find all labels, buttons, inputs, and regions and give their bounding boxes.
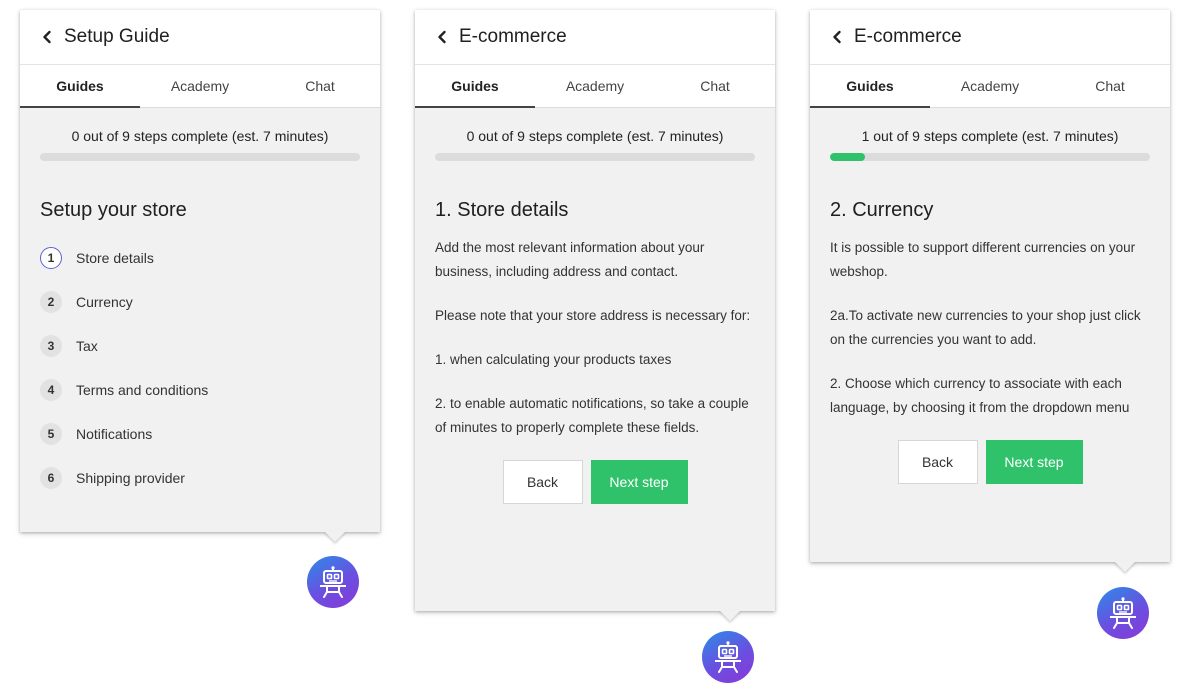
step-label: Store details: [76, 250, 154, 266]
tab-bar: Guides Academy Chat: [415, 65, 775, 108]
step-item-terms[interactable]: 4 Terms and conditions: [40, 368, 360, 412]
assistant-bot-button[interactable]: [307, 556, 359, 608]
tab-academy[interactable]: Academy: [535, 65, 655, 107]
step-list: 1 Store details 2 Currency 3 Tax 4 Terms…: [40, 236, 360, 500]
chevron-left-icon[interactable]: [828, 28, 846, 46]
guide-paragraph: 2. to enable automatic notifications, so…: [435, 396, 749, 435]
tab-chat[interactable]: Chat: [1050, 65, 1170, 107]
step-number: 6: [40, 467, 62, 489]
panel-header: E-commerce: [415, 10, 775, 65]
section-title: 2. Currency: [830, 199, 934, 221]
panel-title: E-commerce: [854, 26, 962, 47]
progress-bar: [435, 153, 755, 161]
step-label: Notifications: [76, 426, 153, 442]
progress-text: 0 out of 9 steps complete (est. 7 minute…: [71, 128, 329, 144]
panel-pointer: [324, 531, 346, 542]
next-step-button[interactable]: Next step: [985, 440, 1083, 484]
panel-pointer: [719, 610, 741, 621]
step-number: 3: [40, 335, 62, 357]
progress-text: 1 out of 9 steps complete (est. 7 minute…: [861, 128, 1119, 144]
step-item-store-details[interactable]: 1 Store details: [40, 236, 360, 280]
assistant-bot-button[interactable]: [702, 631, 754, 683]
robot-icon: [715, 641, 741, 673]
guide-paragraph: It is possible to support different curr…: [830, 240, 1136, 279]
guide-paragraph: 2. Choose which currency to associate wi…: [830, 376, 1130, 415]
setup-guide-panel: Setup Guide Guides Academy Chat 0 out of…: [20, 10, 380, 542]
currency-panel: E-commerce Guides Academy Chat 1 out of …: [810, 10, 1170, 572]
progress-text: 0 out of 9 steps complete (est. 7 minute…: [466, 128, 724, 144]
store-details-panel: E-commerce Guides Academy Chat 0 out of …: [415, 10, 775, 621]
tab-bar: Guides Academy Chat: [20, 65, 380, 108]
tab-guides[interactable]: Guides: [20, 65, 140, 108]
step-label: Terms and conditions: [76, 382, 209, 398]
back-button[interactable]: Back: [502, 460, 583, 504]
chevron-left-icon[interactable]: [38, 28, 56, 46]
step-item-notifications[interactable]: 5 Notifications: [40, 412, 360, 456]
progress-bar: [40, 153, 360, 161]
guide-paragraph: Add the most relevant information about …: [435, 240, 705, 279]
section-title: 1. Store details: [435, 199, 569, 221]
tab-chat[interactable]: Chat: [655, 65, 775, 107]
step-label: Tax: [76, 338, 98, 354]
panel-pointer: [1114, 561, 1136, 572]
tab-chat[interactable]: Chat: [260, 65, 380, 107]
next-step-button[interactable]: Next step: [590, 460, 688, 504]
panel-header: Setup Guide: [20, 10, 380, 65]
robot-icon: [1110, 597, 1136, 629]
assistant-bot-button[interactable]: [1097, 587, 1149, 639]
button-row: Back Next step: [435, 460, 755, 504]
progress-bar: [830, 153, 1150, 161]
step-number: 2: [40, 291, 62, 313]
panel-title: E-commerce: [459, 26, 567, 47]
step-label: Shipping provider: [76, 470, 185, 486]
step-item-shipping-provider[interactable]: 6 Shipping provider: [40, 456, 360, 500]
guide-paragraph: 1. when calculating your products taxes: [435, 352, 672, 367]
step-item-tax[interactable]: 3 Tax: [40, 324, 360, 368]
tab-bar: Guides Academy Chat: [810, 65, 1170, 108]
tab-guides[interactable]: Guides: [415, 65, 535, 108]
tab-academy[interactable]: Academy: [930, 65, 1050, 107]
tab-academy[interactable]: Academy: [140, 65, 260, 107]
progress-fill: [830, 153, 866, 161]
panel-title: Setup Guide: [64, 26, 170, 47]
back-button[interactable]: Back: [897, 440, 978, 484]
guide-paragraph: Please note that your store address is n…: [435, 308, 751, 323]
guide-paragraph: 2a.To activate new currencies to your sh…: [830, 308, 1141, 347]
tab-guides[interactable]: Guides: [810, 65, 930, 108]
step-label: Currency: [76, 294, 133, 310]
panel-header: E-commerce: [810, 10, 1170, 65]
section-title: Setup your store: [40, 199, 187, 221]
step-number: 4: [40, 379, 62, 401]
button-row: Back Next step: [830, 440, 1150, 484]
robot-icon: [320, 566, 346, 598]
chevron-left-icon[interactable]: [433, 28, 451, 46]
step-item-currency[interactable]: 2 Currency: [40, 280, 360, 324]
step-number: 5: [40, 423, 62, 445]
step-number: 1: [40, 247, 62, 269]
